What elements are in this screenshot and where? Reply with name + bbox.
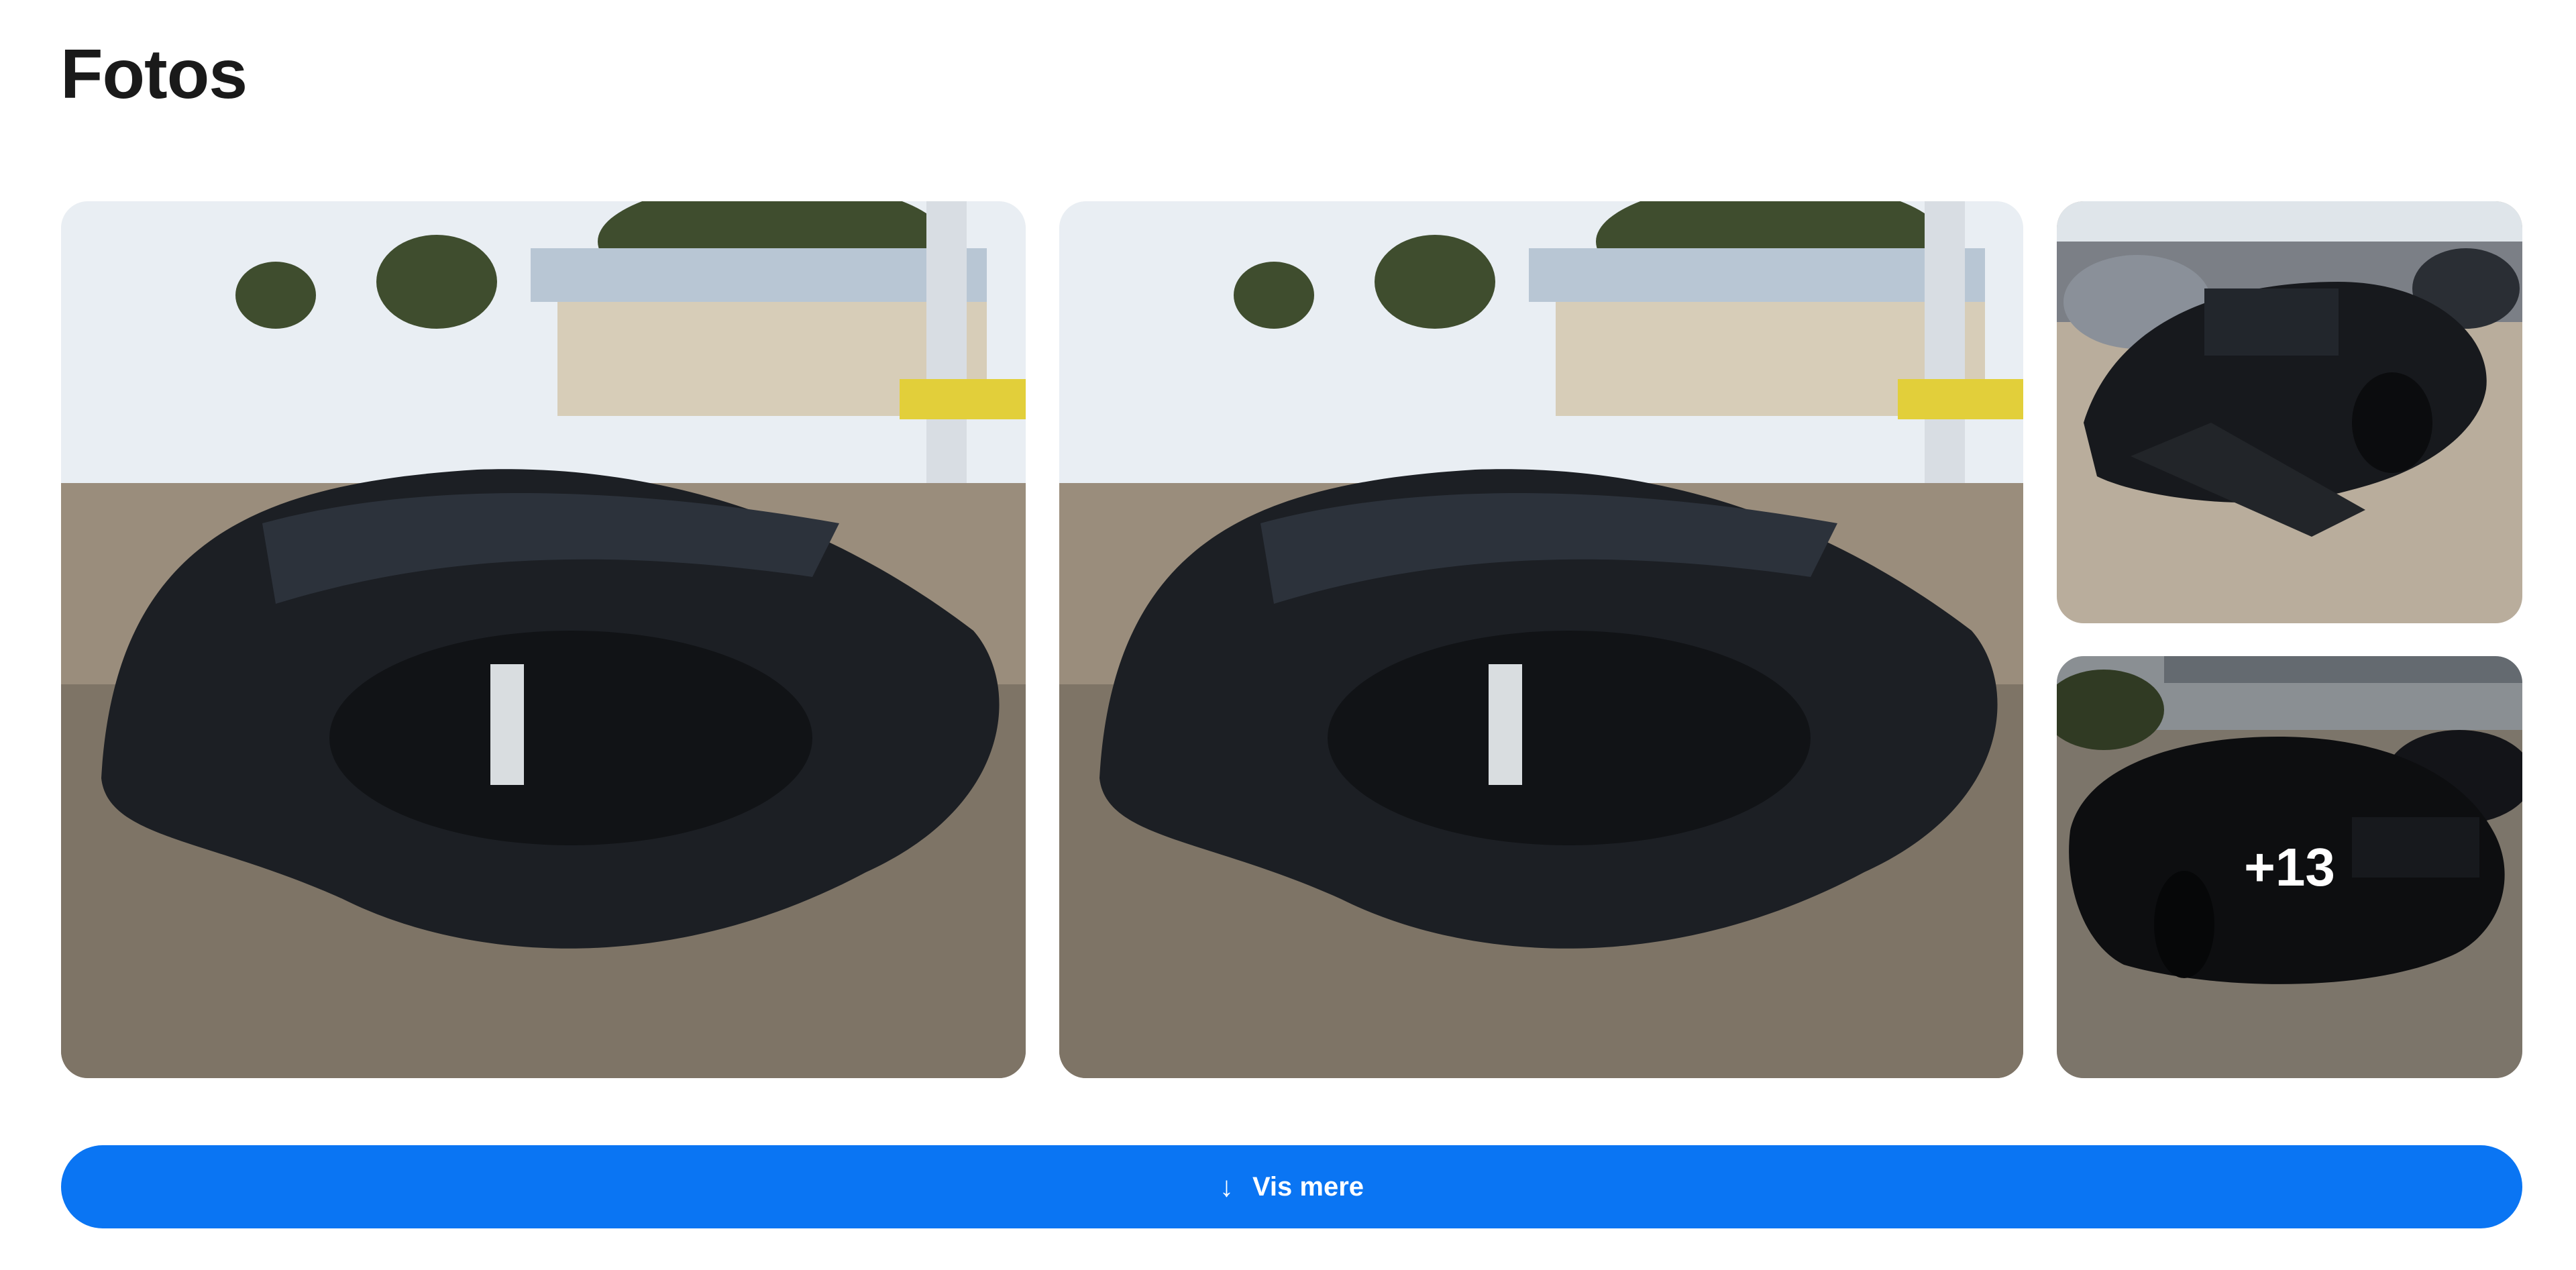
arrow-down-icon: ↓ [1219, 1171, 1234, 1202]
section-title: Fotos [60, 36, 248, 113]
gallery-photo-2[interactable] [1059, 201, 2023, 1078]
gallery-photo-1[interactable] [61, 201, 1026, 1078]
more-photos-overlay[interactable]: +13 [2057, 656, 2522, 1078]
gallery-photo-more[interactable]: +13 [2057, 656, 2522, 1078]
car-photo-image [2057, 201, 2522, 623]
show-more-label: Vis mere [1252, 1171, 1364, 1202]
show-more-button[interactable]: ↓ Vis mere [61, 1145, 2522, 1228]
car-photo-image [1059, 201, 2023, 1078]
car-photo-image [61, 201, 1026, 1078]
more-photos-count: +13 [2244, 837, 2335, 897]
gallery-photo-3[interactable] [2057, 201, 2522, 623]
